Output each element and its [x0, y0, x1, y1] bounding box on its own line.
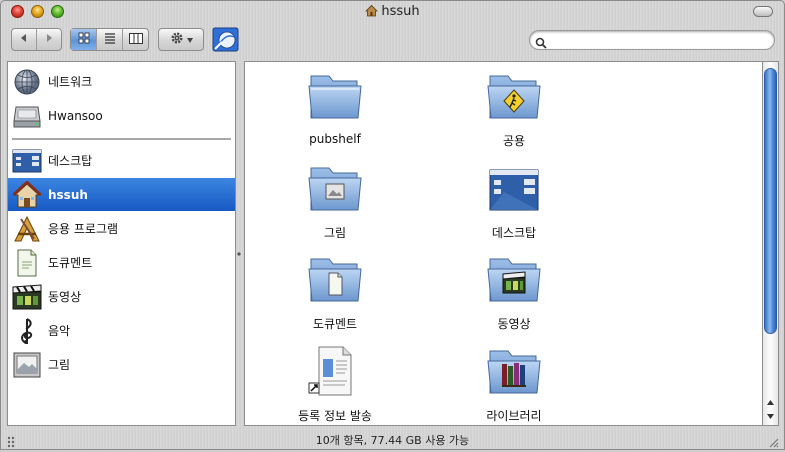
sidebar-item-pictures[interactable]: 그림 [8, 348, 235, 381]
sidebar-item-label: 응용 프로그램 [48, 222, 119, 236]
search-field[interactable] [529, 30, 775, 50]
sidebar-item-hwansoo[interactable]: Hwansoo [8, 99, 235, 132]
column-view-icon [128, 32, 143, 47]
file-item-pubshelf[interactable]: pubshelf [250, 70, 420, 146]
action-menu-seg [159, 29, 203, 50]
file-item-pictures[interactable]: 그림 [250, 162, 420, 241]
forward-button[interactable] [36, 29, 61, 50]
library-folder-icon [484, 345, 544, 405]
alias-document-icon [305, 345, 365, 405]
toolbar-app-shortcut[interactable] [212, 27, 239, 52]
list-view-button[interactable] [96, 29, 122, 50]
network-globe-icon [12, 67, 42, 97]
music-icon [12, 316, 42, 346]
public-folder-icon [484, 70, 544, 130]
network-app-icon [212, 27, 239, 56]
movies-folder-icon [484, 253, 544, 313]
file-item-label: 데스크탑 [491, 226, 537, 240]
sidebar-item-label: 동영상 [48, 290, 82, 304]
file-item-label: 그림 [323, 226, 347, 240]
sidebar-item-label: 도큐멘트 [48, 256, 93, 270]
sidebar-item-label: hssuh [48, 187, 88, 202]
file-item-library[interactable]: 라이브러리 [429, 345, 599, 424]
icon-view-button[interactable] [71, 29, 96, 50]
back-button[interactable] [12, 29, 36, 50]
chevron-down-icon [186, 33, 193, 46]
window-title-text: hssuh [381, 4, 420, 19]
column-view-button[interactable] [122, 29, 148, 50]
file-item-label: 동영상 [497, 317, 531, 331]
search-input[interactable] [550, 32, 769, 49]
sidebar-item-label: 데스크탑 [48, 154, 93, 168]
search-icon [535, 34, 547, 53]
sidebar-item-music[interactable]: 음악 [8, 314, 235, 347]
movies-icon [12, 282, 42, 312]
file-item-label: 라이브러리 [486, 409, 542, 423]
folder-icon [305, 70, 365, 130]
forward-arrow-icon [44, 33, 54, 46]
status-text: 10개 항목, 77.44 GB 사용 가능 [315, 434, 470, 447]
action-menu-button[interactable] [158, 28, 204, 51]
arrow-down-icon [767, 412, 774, 421]
sidebar-item-label: 네트워크 [48, 75, 93, 89]
sidebar-item-home[interactable]: hssuh [8, 178, 235, 211]
back-forward-control [11, 28, 62, 51]
pictures-icon [12, 350, 42, 380]
sidebar-item-label: 그림 [48, 358, 71, 372]
gear-icon [170, 31, 184, 48]
window-title: hssuh [1, 4, 784, 21]
sidebar-divider [12, 138, 231, 140]
sidebar-item-movies[interactable]: 동영상 [8, 280, 235, 313]
file-item-label: 등록 정보 발송 [298, 409, 372, 423]
sidebar-item-label: Hwansoo [48, 108, 103, 123]
icon-view-icon [78, 32, 90, 47]
sidebar: 네트워크 Hwansoo 데스크탑 hssuh 응용 프로그램 도큐멘트 동영상… [7, 61, 236, 426]
sidebar-item-desktop[interactable]: 데스크탑 [8, 144, 235, 177]
icon-view-pane: pubshelf 공용 그림 데스크탑 도큐멘트 동영상 등록 정보 발송 라이… [244, 61, 762, 426]
scrollbar-thumb[interactable] [764, 68, 777, 334]
file-item-label: 공용 [502, 134, 526, 148]
sidebar-item-documents[interactable]: 도큐멘트 [8, 246, 235, 279]
pictures-folder-icon [305, 162, 365, 222]
back-arrow-icon [19, 33, 29, 46]
split-view-handle[interactable] [237, 241, 241, 256]
applications-icon [12, 214, 42, 244]
desktop-folder-icon [484, 162, 544, 222]
file-item-documents[interactable]: 도큐멘트 [250, 253, 420, 332]
file-item-label: pubshelf [309, 132, 361, 146]
scroll-down-button[interactable] [763, 410, 778, 423]
documents-folder-icon [305, 253, 365, 313]
desktop-icon [12, 146, 42, 176]
file-item-alias-doc[interactable]: 등록 정보 발송 [250, 345, 420, 424]
scroll-up-button[interactable] [763, 396, 778, 409]
file-item-movies[interactable]: 동영상 [429, 253, 599, 332]
list-view-icon [104, 32, 116, 47]
hard-disk-icon [12, 101, 42, 131]
status-bar: 10개 항목, 77.44 GB 사용 가능 [1, 428, 784, 449]
arrow-up-icon [767, 398, 774, 407]
sidebar-item-network[interactable]: 네트워크 [8, 65, 235, 98]
sidebar-item-applications[interactable]: 응용 프로그램 [8, 212, 235, 245]
title-bar[interactable]: hssuh [1, 1, 784, 23]
documents-icon [12, 248, 42, 278]
file-item-desktop[interactable]: 데스크탑 [429, 162, 599, 241]
resize-grip-icon[interactable] [767, 433, 779, 452]
file-item-public[interactable]: 공용 [429, 70, 599, 149]
home-icon [12, 180, 42, 210]
vertical-scrollbar[interactable] [762, 61, 779, 426]
toolbar-toggle-button[interactable] [753, 6, 773, 17]
file-item-label: 도큐멘트 [312, 317, 358, 331]
home-icon [365, 4, 379, 21]
sidebar-item-label: 음악 [48, 324, 71, 338]
view-mode-control [70, 28, 149, 51]
finder-window: hssuh 네트워크 Hwansoo 데스크탑 hssuh 응용 프로그램 도큐… [0, 0, 785, 450]
